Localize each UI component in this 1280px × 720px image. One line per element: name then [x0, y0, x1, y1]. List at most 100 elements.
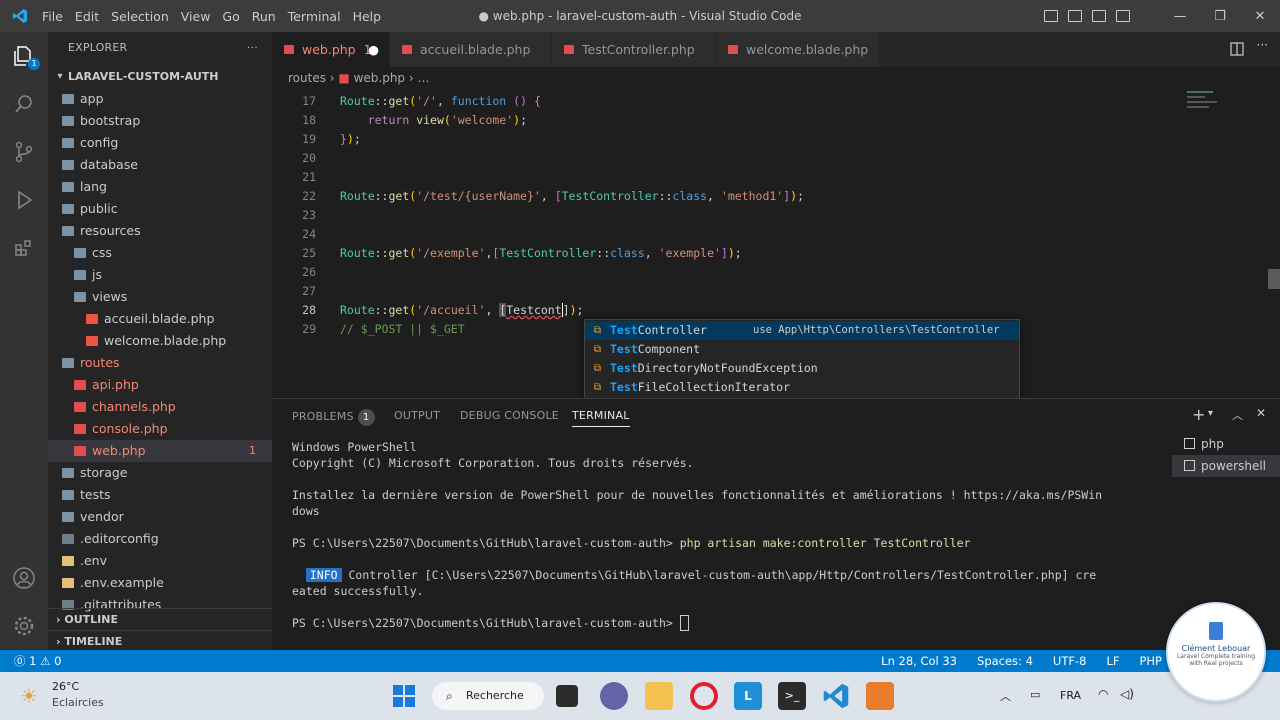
suggestion-item[interactable]: ⧉ TestDirectoryNotFoundException [585, 359, 1019, 378]
tab-problems[interactable]: PROBLEMS 1 [292, 409, 375, 426]
terminal-item-php[interactable]: php [1172, 433, 1280, 455]
tray-battery-icon[interactable]: ▭ [1030, 688, 1040, 701]
maximize-panel-icon[interactable]: ︿ [1232, 407, 1243, 423]
tab-accueil-blade[interactable]: accueil.blade.php [390, 32, 552, 67]
new-terminal-icon[interactable]: + [1192, 405, 1205, 424]
tree-item[interactable]: app [48, 88, 272, 110]
minimap[interactable] [1187, 89, 1267, 129]
encoding[interactable]: UTF-8 [1053, 650, 1087, 672]
tab-welcome-blade[interactable]: welcome.blade.php [716, 32, 880, 67]
tree-item[interactable]: js [48, 264, 272, 286]
language-mode[interactable]: PHP [1139, 650, 1162, 672]
tab-web-php[interactable]: web.php 1 ● [272, 32, 390, 67]
tray-chevron-icon[interactable]: ︿ [1000, 688, 1011, 704]
editor-scrollbar[interactable] [1268, 269, 1280, 289]
tree-item[interactable]: css [48, 242, 272, 264]
windows-start-icon[interactable] [390, 682, 418, 710]
tree-item[interactable]: .env [48, 550, 272, 572]
tree-item[interactable]: bootstrap [48, 110, 272, 132]
suggestion-item[interactable]: ⧉ TestFileCollectionIterator [585, 378, 1019, 397]
menu-help[interactable]: Help [347, 9, 388, 24]
code-line-25[interactable]: Route::get('/exemple',[TestController::c… [340, 246, 742, 260]
customize-layout-icon[interactable] [1116, 10, 1130, 22]
timeline-section[interactable]: › TIMELINE [48, 630, 272, 652]
sidebar-toggle-icon[interactable] [1092, 10, 1106, 22]
menu-run[interactable]: Run [246, 9, 282, 24]
tree-item[interactable]: config [48, 132, 272, 154]
tab-terminal[interactable]: TERMINAL [572, 409, 630, 427]
tab-testcontroller[interactable]: TestController.php [552, 32, 716, 67]
chat-icon[interactable] [600, 682, 628, 710]
code-line-19[interactable]: }); [340, 132, 361, 146]
end-of-line[interactable]: LF [1106, 650, 1119, 672]
tree-item[interactable]: channels.php [48, 396, 272, 418]
menu-selection[interactable]: Selection [105, 9, 175, 24]
menu-go[interactable]: Go [216, 9, 245, 24]
minimize-icon[interactable]: — [1160, 9, 1200, 24]
code-line-17[interactable]: Route::get('/', function () { [340, 94, 541, 108]
chevron-down-icon[interactable]: ▾ [1208, 408, 1213, 419]
tree-item[interactable]: accueil.blade.php [48, 308, 272, 330]
terminal-item-powershell[interactable]: powershell [1172, 455, 1280, 477]
weather-temp[interactable]: 26°C [52, 680, 79, 693]
tree-item[interactable]: console.php [48, 418, 272, 440]
close-icon[interactable]: ✕ [1240, 9, 1280, 24]
tree-item[interactable]: welcome.blade.php [48, 330, 272, 352]
input-language[interactable]: FRA [1060, 689, 1081, 702]
split-editor-icon[interactable] [1230, 42, 1244, 56]
task-view-icon[interactable] [556, 685, 578, 707]
tree-item[interactable]: .editorconfig [48, 528, 272, 550]
weather-desc[interactable]: Eclaircies [52, 696, 104, 709]
tab-debug-console[interactable]: DEBUG CONSOLE [460, 409, 559, 422]
terminal-output[interactable]: Windows PowerShell Copyright (C) Microsof… [292, 439, 1152, 631]
cursor-position[interactable]: Ln 28, Col 33 [881, 650, 957, 672]
taskbar-search[interactable]: ⌕ Recherche [432, 682, 544, 710]
tree-item[interactable]: web.php 1 [48, 440, 272, 462]
tree-item[interactable]: storage [48, 462, 272, 484]
menu-file[interactable]: File [36, 9, 69, 24]
tree-item[interactable]: routes [48, 352, 272, 374]
tree-item[interactable]: .env.example [48, 572, 272, 594]
recorder-app-icon[interactable] [866, 682, 894, 710]
tree-item[interactable]: public [48, 198, 272, 220]
suggestion-item[interactable]: ⧉ TestController use App\Http\Controllers\… [585, 321, 1019, 340]
lunacy-icon[interactable]: L [734, 682, 762, 710]
breadcrumb-file[interactable]: web.php [354, 71, 405, 85]
settings-gear-icon[interactable] [0, 602, 48, 650]
tree-item[interactable]: lang [48, 176, 272, 198]
indentation[interactable]: Spaces: 4 [977, 650, 1033, 672]
more-actions-icon[interactable]: ··· [247, 32, 258, 64]
code-line-18[interactable]: return view('welcome'); [340, 113, 527, 127]
code-line-29[interactable]: // $_POST || $_GET [340, 322, 465, 336]
file-explorer-icon[interactable] [645, 682, 673, 710]
account-icon[interactable] [0, 554, 48, 602]
menu-terminal[interactable]: Terminal [282, 9, 347, 24]
tree-item[interactable]: database [48, 154, 272, 176]
code-line-28[interactable]: Route::get('/accueil', [Testcont]); [340, 303, 583, 317]
tree-item[interactable]: views [48, 286, 272, 308]
panel-toggle-icon[interactable] [1068, 10, 1082, 22]
unsaved-dot-icon[interactable]: ● [368, 32, 379, 67]
volume-icon[interactable]: ◁) [1120, 687, 1134, 701]
tree-item[interactable]: tests [48, 484, 272, 506]
terminal-app-icon[interactable]: >_ [778, 682, 806, 710]
explorer-icon[interactable]: 1 [0, 32, 48, 80]
restore-icon[interactable]: ❐ [1200, 9, 1240, 24]
explorer-root[interactable]: ▾ LARAVEL-CUSTOM-AUTH [48, 66, 272, 88]
vscode-taskbar-icon[interactable] [822, 682, 850, 710]
problems-status[interactable]: ⓪ 1 ⚠ 0 [14, 650, 61, 672]
code-line-22[interactable]: Route::get('/test/{userName}', [TestCont… [340, 189, 804, 203]
close-panel-icon[interactable]: ✕ [1256, 406, 1266, 420]
search-icon[interactable] [0, 80, 48, 128]
tree-item[interactable]: vendor [48, 506, 272, 528]
run-debug-icon[interactable] [0, 176, 48, 224]
extensions-icon[interactable] [0, 224, 48, 272]
suggestion-item[interactable]: ⧉ TestComponent [585, 340, 1019, 359]
source-control-icon[interactable] [0, 128, 48, 176]
wifi-icon[interactable]: ◠ [1098, 687, 1108, 701]
tree-item[interactable]: api.php [48, 374, 272, 396]
tree-item[interactable]: resources [48, 220, 272, 242]
menu-edit[interactable]: Edit [69, 9, 105, 24]
more-actions-icon[interactable]: ··· [1257, 38, 1268, 52]
outline-section[interactable]: › OUTLINE [48, 608, 272, 630]
